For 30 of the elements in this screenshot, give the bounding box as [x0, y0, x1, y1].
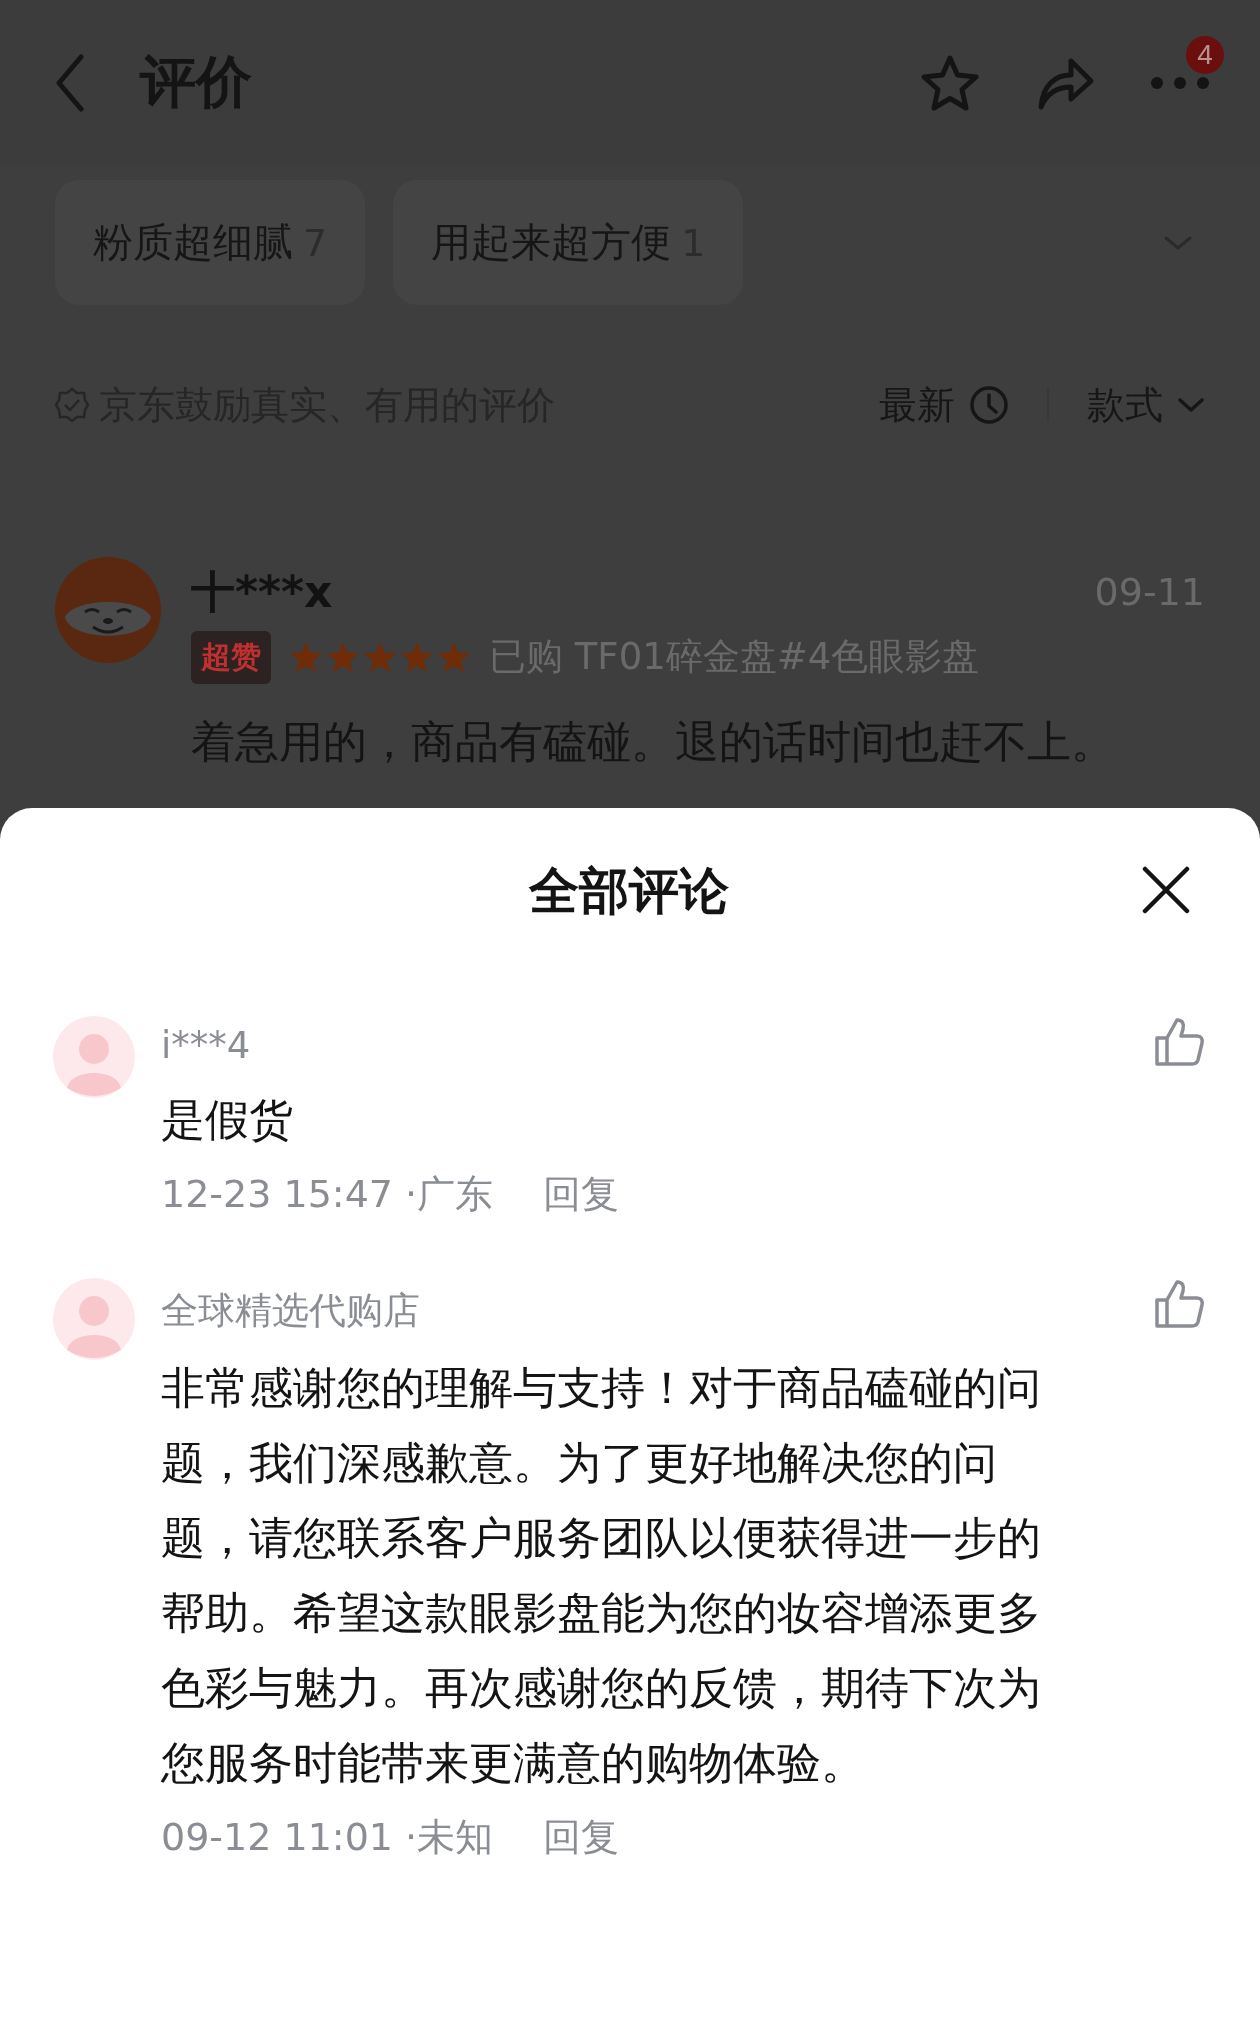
back-button[interactable]: [55, 53, 85, 112]
comment-text: 非常感谢您的理解与支持！对于商品磕碰的问题，我们深感歉意。为了更好地解决您的问题，请您联系客户服务团队以便获得进一步的帮助。希望这款眼影盘能为您的妆容增添更多色彩与魅力。再次感谢您的反馈，期待下次为您服务时能带来更满意的购物体验。: [161, 1361, 1041, 1790]
verified-badge-icon: [55, 387, 89, 423]
star-icon: [289, 641, 323, 673]
reply-button[interactable]: 回复: [543, 1812, 620, 1863]
clock-icon: [969, 385, 1009, 425]
chevron-down-icon: [1177, 397, 1205, 413]
star-icon: [363, 641, 397, 673]
comment-time-location: 09-12 11:01 ·未知: [161, 1814, 494, 1861]
notification-badge: 4: [1186, 35, 1224, 74]
commenter-name: i***4: [161, 1024, 251, 1067]
commenter-name: 全球精选代购店: [161, 1288, 420, 1334]
more-icon: [1150, 75, 1210, 90]
star-icon: [437, 641, 471, 673]
sheet-title: 全部评论: [529, 860, 729, 922]
comment-text: 是假货: [161, 1093, 294, 1147]
star-icon: [400, 641, 434, 673]
thumbs-up-icon: [1153, 1016, 1205, 1068]
close-icon: [1142, 866, 1190, 914]
star-icon: [920, 53, 980, 112]
back-icon: [55, 53, 85, 112]
star-icon: [326, 641, 360, 673]
comment-time-location: 12-23 15:47 ·广东: [161, 1171, 494, 1218]
like-button[interactable]: [1153, 1278, 1205, 1330]
favorite-button[interactable]: [920, 53, 980, 112]
thumbs-up-icon: [1153, 1278, 1205, 1330]
close-button[interactable]: [1142, 866, 1190, 914]
like-button[interactable]: [1153, 1016, 1205, 1068]
praise-badge: 超赞: [191, 630, 271, 684]
reply-button[interactable]: 回复: [543, 1169, 620, 1220]
